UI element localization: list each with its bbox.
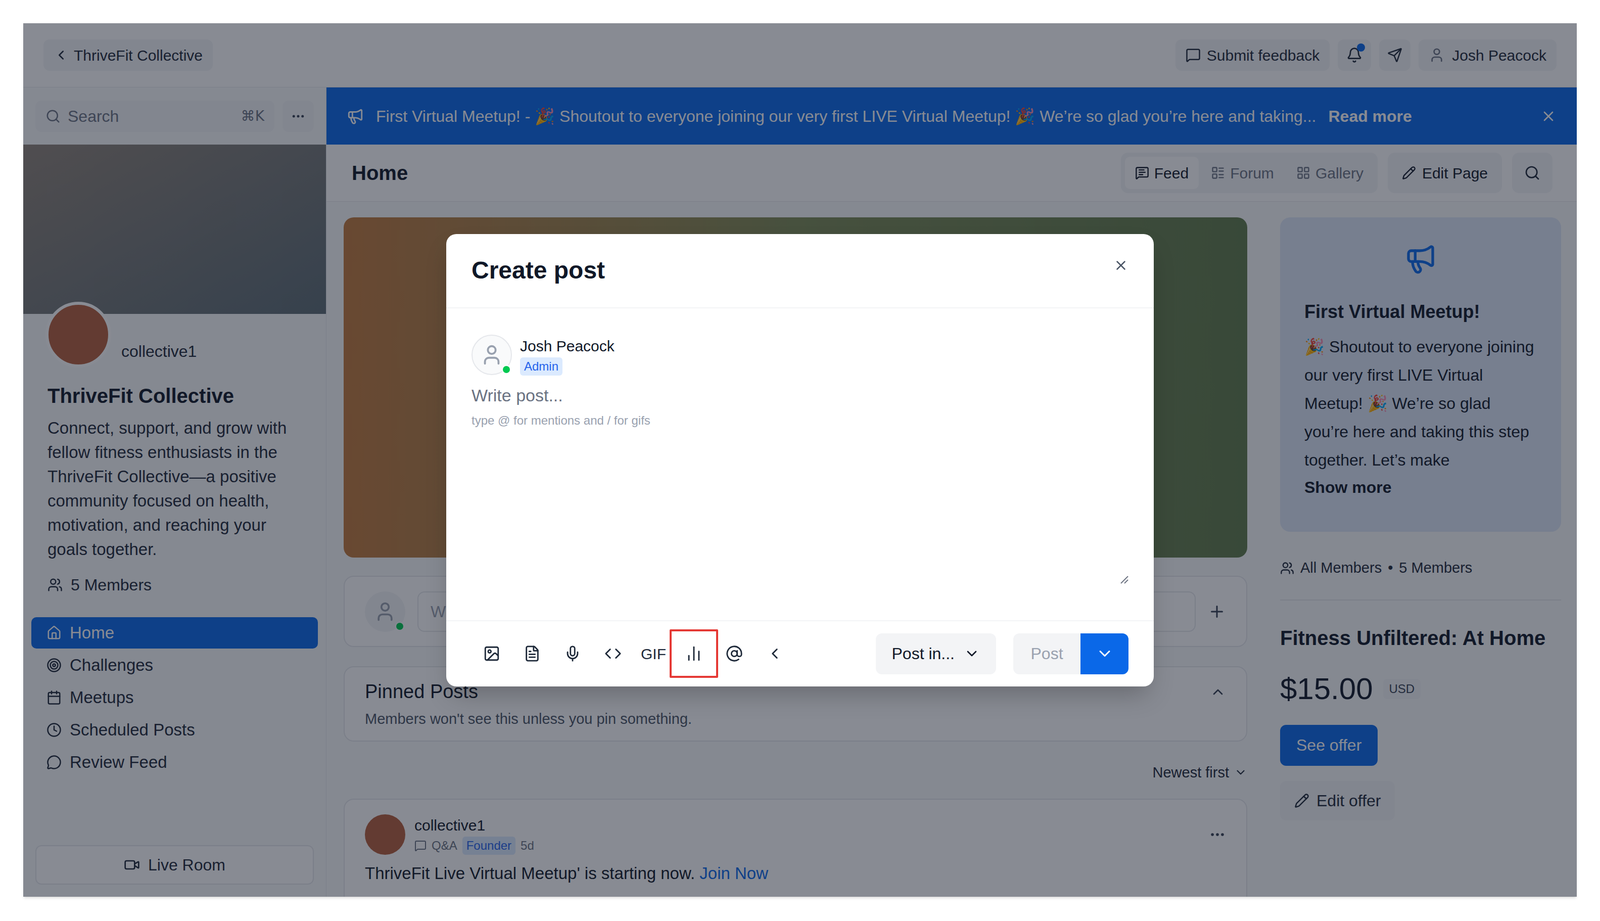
author-info: Josh PeacockAdmin [520, 334, 615, 376]
post-in-button[interactable]: Post in... [875, 633, 997, 675]
toolbar-button[interactable] [754, 633, 795, 674]
create-post-dialog: Create post Josh PeacockAdmin Write post..… [446, 233, 1154, 687]
toolbar-button[interactable] [471, 633, 512, 674]
poll-icon [685, 644, 703, 663]
toolbar-button[interactable] [714, 633, 755, 674]
post-in-label: Post in... [891, 641, 956, 666]
toolbar-button[interactable] [669, 629, 719, 678]
screen: ThriveFit CollectiveSubmit feedbackJosh … [0, 0, 1600, 921]
toolbar-button[interactable] [511, 633, 553, 674]
user-icon [480, 343, 504, 367]
collapse-icon [766, 644, 784, 663]
post-placeholder: Write post... [471, 382, 1129, 409]
gif-label: GIF [640, 642, 667, 666]
toolbar-button[interactable] [592, 633, 634, 674]
dialog-body: Josh PeacockAdmin Write post... type @ for… [446, 308, 1154, 621]
dialog-title: Create post [471, 252, 605, 289]
toolbar-button[interactable]: GIF [633, 633, 674, 674]
author-name: Josh Peacock [520, 334, 615, 358]
post-split-button: Post [1013, 633, 1129, 675]
dialog-footer: GIF Post in... Post [446, 620, 1154, 687]
dialog-header: Create post [446, 233, 1154, 309]
author-avatar [471, 334, 512, 375]
chevron-down-icon [963, 645, 980, 662]
app-window: ThriveFit CollectiveSubmit feedbackJosh … [23, 23, 1577, 897]
footer-actions: Post in... Post [875, 633, 1129, 675]
post-hint: type @ for mentions and / for gifs [471, 411, 1129, 430]
toolbar-button[interactable] [552, 633, 593, 674]
image-icon [483, 644, 501, 663]
resize-handle-icon[interactable] [1119, 574, 1129, 584]
post-input[interactable]: Write post... type @ for mentions and / f… [471, 382, 1129, 430]
microphone-icon [563, 644, 582, 663]
author-role: Admin [520, 357, 563, 376]
toolbar: GIF [471, 629, 795, 678]
online-dot [501, 364, 511, 374]
code-icon [604, 644, 622, 663]
post-options-button[interactable] [1080, 633, 1129, 675]
author-row: Josh PeacockAdmin [471, 334, 1129, 376]
modal-layer: Create post Josh PeacockAdmin Write post..… [23, 23, 1577, 897]
close-icon[interactable] [1113, 257, 1129, 273]
post-button[interactable]: Post [1013, 633, 1081, 675]
document-icon [523, 644, 541, 663]
mention-icon [725, 644, 743, 663]
chevron-down-icon [1095, 644, 1114, 663]
